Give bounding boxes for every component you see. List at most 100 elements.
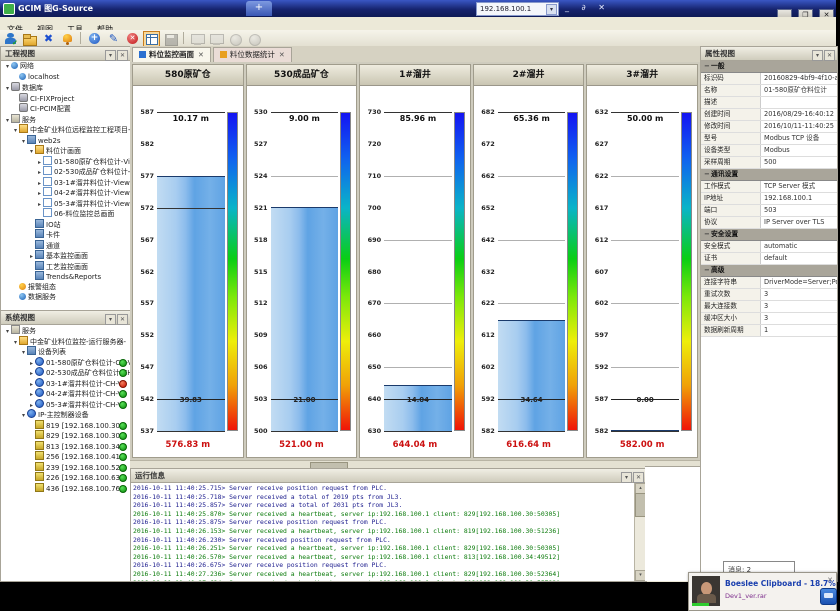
property-value[interactable]: 01-580原矿仓料位计 [761, 85, 837, 96]
expand-arrow-icon[interactable]: ▸ [36, 200, 43, 209]
tree-item[interactable]: ▾web2s [1, 135, 130, 146]
close-icon[interactable]: ✕ [279, 51, 285, 59]
property-section[interactable]: −高级 [701, 265, 837, 277]
inner-window-buttons[interactable]: _ ∂ ✕ [565, 3, 610, 12]
expand-arrow-icon[interactable]: ▸ [36, 179, 43, 188]
property-value[interactable]: default [761, 253, 837, 264]
property-section[interactable]: −一般 [701, 61, 837, 73]
tree-item[interactable]: IO站 [1, 219, 130, 230]
property-value[interactable]: 500 [761, 157, 837, 168]
expand-arrow-icon[interactable]: ▸ [28, 380, 35, 389]
property-value[interactable]: 2016/08/29-16:40:12 [761, 109, 837, 120]
disconnect-icon[interactable]: ✖ [40, 31, 57, 47]
delete-icon[interactable]: ✕ [124, 31, 141, 47]
tab-0[interactable]: 料位监控画面✕ [132, 47, 211, 63]
tree-item[interactable]: ▸04-2#溜井料位计-CH-V [1, 388, 130, 399]
new-tab-button[interactable]: + [246, 1, 272, 16]
clipboard-notification[interactable]: Boeslee Clipboard - 18.7% Dev1_ver.rar ✕ [688, 572, 837, 611]
property-value[interactable]: 3 [761, 313, 837, 324]
expand-arrow-icon[interactable]: ▾ [28, 147, 35, 156]
tree-item[interactable]: ▾料位计画面 [1, 145, 130, 156]
expand-arrow-icon[interactable]: ▸ [36, 158, 43, 167]
edit-icon[interactable]: ✎ [105, 31, 122, 47]
property-value[interactable]: 503 [761, 205, 837, 216]
tree-item[interactable]: 813 [192.168.100.34:4 [1, 441, 130, 452]
expand-arrow-icon[interactable]: ▸ [36, 189, 43, 198]
tree-item[interactable]: ▸基本监控画面 [1, 250, 130, 261]
alarm-bell-icon[interactable] [59, 31, 76, 47]
expand-arrow-icon[interactable]: ▾ [4, 84, 11, 93]
tree-item[interactable]: ▾服务 [1, 325, 130, 336]
property-value[interactable]: Modbus TCP 设备 [761, 133, 837, 144]
tree-item[interactable]: ▾数据库 [1, 82, 130, 93]
expand-arrow-icon[interactable]: ▸ [28, 401, 35, 410]
chat-bubble-icon[interactable] [820, 588, 837, 605]
tree-item[interactable]: CI-FIXProject [1, 93, 130, 104]
property-value[interactable]: automatic [761, 241, 837, 252]
tree-item[interactable]: 226 [192.168.100.63:5 [1, 472, 130, 483]
expand-arrow-icon[interactable]: ▸ [28, 252, 35, 261]
expand-arrow-icon[interactable]: ▾ [12, 126, 19, 135]
tree-item[interactable]: ▸03-1#溜井料位计-View [1, 177, 130, 188]
tree-item[interactable]: ▾网络 [1, 61, 130, 72]
tree-item[interactable]: ▸03-1#溜井料位计-CH-V [1, 378, 130, 389]
expand-arrow-icon[interactable]: ▸ [28, 390, 35, 399]
close-icon[interactable]: ✕ [827, 576, 833, 584]
tree-item[interactable]: CI-PCIM配置 [1, 103, 130, 114]
expand-arrow-icon[interactable]: ▾ [12, 338, 19, 347]
property-value[interactable]: 20160829-4bf9-4f10-a0 [761, 73, 837, 84]
tree-item[interactable]: ▾服务 [1, 114, 130, 125]
expand-arrow-icon[interactable]: ▾ [4, 327, 11, 336]
tree-item[interactable]: 工艺监控画面 [1, 261, 130, 272]
tree-item[interactable]: 报警组态 [1, 282, 130, 293]
tree-item[interactable]: Trends&Reports [1, 271, 130, 282]
table-view-icon[interactable] [143, 31, 160, 47]
close-icon[interactable]: ✕ [198, 51, 204, 59]
tree-item[interactable]: 819 [192.168.100.30:5 [1, 420, 130, 431]
tree-item[interactable]: 卡件 [1, 229, 130, 240]
property-value[interactable]: Modbus [761, 145, 837, 156]
tree-item[interactable]: 436 [192.168.100.76:5 [1, 483, 130, 494]
property-value[interactable]: DriverMode=Server;Po [761, 277, 837, 288]
property-section[interactable]: −通讯设置 [701, 169, 837, 181]
tree-item[interactable]: ▾中金矿业料位远程监控工程项目- [1, 124, 130, 135]
tree-item[interactable]: ▾IP-主控制器设备 [1, 409, 130, 420]
property-section[interactable]: −安全设置 [701, 229, 837, 241]
expand-arrow-icon[interactable]: ▾ [20, 348, 27, 357]
tree-item[interactable]: ▸05-3#溜井料位计-View [1, 198, 130, 209]
tree-item[interactable]: 829 [192.168.100.30:5 [1, 430, 130, 441]
tree-item[interactable]: ▸01-580原矿仓料位计-View [1, 156, 130, 167]
property-value[interactable]: 1 [761, 325, 837, 336]
tree-item[interactable]: 06-料位监控总画面 [1, 208, 130, 219]
user-online-icon[interactable]: ✔ [2, 31, 19, 47]
tab-1[interactable]: 料位数据统计✕ [213, 47, 292, 63]
tree-item[interactable]: 数据服务 [1, 292, 130, 303]
tree-item[interactable]: 239 [192.168.100.52:5 [1, 462, 130, 473]
address-tab[interactable]: 192.168.100.1▾ [476, 2, 559, 16]
expand-arrow-icon[interactable]: ▸ [28, 359, 35, 368]
add-icon[interactable]: + [86, 31, 103, 47]
open-folder-icon[interactable] [21, 31, 38, 47]
property-value[interactable]: IP Server over TLS [761, 217, 837, 228]
expand-arrow-icon[interactable]: ▾ [20, 411, 27, 420]
tree-item[interactable]: localhost [1, 72, 130, 83]
tree-item[interactable]: ▾中金矿业料位监控-运行服务器- [1, 336, 130, 347]
expand-arrow-icon[interactable]: ▾ [4, 62, 11, 72]
property-value[interactable]: 192.168.100.1 [761, 193, 837, 204]
property-value[interactable]: TCP Server 模式 [761, 181, 837, 192]
expand-arrow-icon[interactable]: ▸ [28, 369, 35, 378]
property-value[interactable]: 2016/10/11-11:40:25 [761, 121, 837, 132]
tree-item[interactable]: ▸04-2#溜井料位计-View [1, 187, 130, 198]
tree-item[interactable]: ▸05-3#溜井料位计-CH-V [1, 399, 130, 410]
tree-item[interactable]: 256 [192.168.100.41:5 [1, 451, 130, 462]
property-value[interactable] [761, 97, 837, 108]
expand-arrow-icon[interactable]: ▾ [4, 116, 11, 125]
property-value[interactable]: 3 [761, 289, 837, 300]
tree-item[interactable]: ▸01-580原矿仓料位计-CH-V [1, 357, 130, 368]
tree-item[interactable]: 通道 [1, 240, 130, 251]
expand-arrow-icon[interactable]: ▾ [20, 137, 27, 146]
property-value[interactable]: 3 [761, 301, 837, 312]
tree-item[interactable]: ▸02-530成品矿仓料位计-CH [1, 367, 130, 378]
expand-arrow-icon[interactable]: ▸ [36, 168, 43, 177]
tree-item[interactable]: ▾设备列表 [1, 346, 130, 357]
